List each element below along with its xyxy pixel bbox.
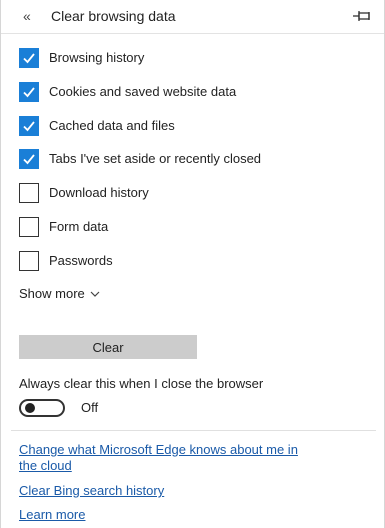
edge-knows-link-line1[interactable]: Change what Microsoft Edge knows about m… <box>19 442 298 458</box>
always-clear-label: Always clear this when I close the brows… <box>19 376 264 391</box>
checkmark-icon <box>23 53 35 64</box>
clear-browsing-data-panel: « Clear browsing data Browsing history Co… <box>0 0 385 528</box>
toggle-knob <box>25 403 35 413</box>
checkbox[interactable] <box>19 116 39 136</box>
clear-bing-history-link[interactable]: Clear Bing search history <box>19 483 164 499</box>
option-row[interactable]: Cached data and files <box>19 116 359 136</box>
checkmark-icon <box>23 154 35 165</box>
option-row[interactable]: Browsing history <box>19 48 359 68</box>
checkbox[interactable] <box>19 149 39 169</box>
checkbox[interactable] <box>19 251 39 271</box>
toggle-state-label: Off <box>81 400 99 415</box>
option-row[interactable]: Download history <box>19 183 359 203</box>
show-more-label: Show more <box>19 286 85 301</box>
checkmark-icon <box>23 121 35 132</box>
option-row[interactable]: Tabs I've set aside or recently closed <box>19 149 359 169</box>
option-row[interactable]: Cookies and saved website data <box>19 82 359 102</box>
checkbox[interactable] <box>19 82 39 102</box>
divider <box>11 430 376 431</box>
checkbox[interactable] <box>19 48 39 68</box>
checkbox[interactable] <box>19 217 39 237</box>
option-label: Passwords <box>49 253 113 268</box>
chevron-down-icon <box>90 291 100 297</box>
checkmark-icon <box>23 87 35 98</box>
option-label: Download history <box>49 185 149 200</box>
option-label: Tabs I've set aside or recently closed <box>49 151 262 166</box>
learn-more-link[interactable]: Learn more <box>19 507 85 523</box>
pin-button[interactable] <box>352 9 372 23</box>
double-chevron-left-icon: « <box>23 8 31 24</box>
edge-knows-link-line2[interactable]: the cloud <box>19 458 72 474</box>
always-clear-toggle[interactable] <box>19 399 65 417</box>
checkbox[interactable] <box>19 183 39 203</box>
clear-button[interactable]: Clear <box>19 335 197 359</box>
option-label: Browsing history <box>49 50 145 65</box>
back-button[interactable]: « <box>23 8 31 24</box>
option-label: Form data <box>49 219 109 234</box>
option-label: Cookies and saved website data <box>49 84 237 99</box>
show-more-button[interactable]: Show more <box>19 286 100 302</box>
option-row[interactable]: Form data <box>19 217 359 237</box>
option-label: Cached data and files <box>49 118 175 133</box>
panel-header: « Clear browsing data <box>1 0 384 34</box>
panel-title: Clear browsing data <box>51 8 176 24</box>
pin-icon <box>353 11 370 21</box>
option-row[interactable]: Passwords <box>19 251 359 271</box>
